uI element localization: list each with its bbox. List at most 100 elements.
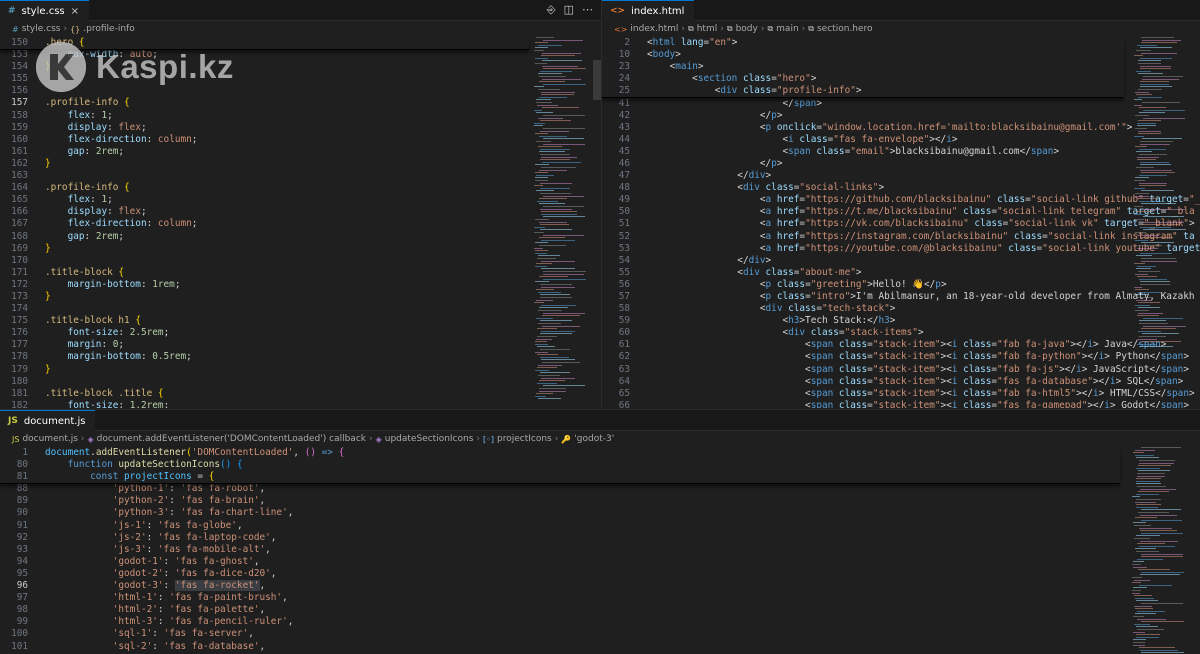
line-number[interactable]: 50 [602, 206, 630, 218]
code-line[interactable]: 157 .profile-info { [0, 97, 529, 109]
close-icon[interactable]: × [71, 6, 79, 17]
code-line[interactable]: 2 <html lang="en"> [602, 37, 1124, 49]
line-number[interactable]: 98 [0, 604, 28, 616]
line-number[interactable]: 153 [0, 49, 28, 61]
breadcrumb-item[interactable]: .profile-info [83, 24, 134, 34]
line-number[interactable]: 66 [602, 400, 630, 408]
line-number[interactable]: 100 [0, 628, 28, 640]
code-line[interactable]: 175 .title-block h1 { [0, 315, 529, 327]
line-number[interactable]: 65 [602, 388, 630, 400]
line-number[interactable]: 92 [0, 532, 28, 544]
line-number[interactable]: 177 [0, 339, 28, 351]
line-number[interactable]: 178 [0, 351, 28, 363]
line-number[interactable]: 166 [0, 206, 28, 218]
css-code-area[interactable]: 153 max-width: auto;154}155156157.profil… [0, 37, 529, 408]
line-number[interactable]: 80 [0, 459, 28, 471]
line-number[interactable]: 176 [0, 327, 28, 339]
code-line[interactable]: 92 'js-2': 'fas fa-laptop-code', [0, 532, 1120, 544]
line-number[interactable]: 10 [602, 49, 630, 61]
line-number[interactable]: 182 [0, 400, 28, 408]
line-number[interactable]: 42 [602, 110, 630, 122]
code-line[interactable]: 163 [0, 170, 529, 182]
code-line[interactable]: 48 <div class="social-links"> [602, 182, 1124, 194]
line-number[interactable]: 179 [0, 364, 28, 376]
js-minimap[interactable] [1128, 447, 1192, 654]
code-line[interactable]: 177 margin: 0; [0, 339, 529, 351]
breadcrumb-item[interactable]: index.html [630, 24, 678, 34]
split-editor-icon[interactable]: ◫ [564, 3, 574, 17]
code-line[interactable]: 63 <span class="stack-item"><i class="fa… [602, 364, 1189, 376]
line-number[interactable]: 95 [0, 568, 28, 580]
tab-document-js[interactable]: JS document.js [0, 410, 96, 431]
line-number[interactable]: 51 [602, 218, 630, 230]
code-line[interactable]: 59 <h3>Tech Stack:</h3> [602, 315, 1124, 327]
line-number[interactable]: 154 [0, 61, 28, 73]
breadcrumb-item[interactable]: html [697, 24, 718, 34]
html-minimap[interactable] [1130, 37, 1192, 408]
line-number[interactable]: 155 [0, 73, 28, 85]
code-line[interactable]: 159 display: flex; [0, 122, 529, 134]
code-line[interactable]: 50 <a href="https://t.me/blacksibainu" c… [602, 206, 1195, 218]
code-line[interactable]: 180 [0, 376, 529, 388]
code-line[interactable]: 178 margin-bottom: 0.5rem; [0, 351, 529, 363]
line-number[interactable]: 23 [602, 61, 630, 73]
line-number[interactable]: 60 [602, 327, 630, 339]
line-number[interactable]: 47 [602, 170, 630, 182]
code-line[interactable]: 166 display: flex; [0, 206, 529, 218]
line-number[interactable]: 41 [602, 98, 630, 110]
line-number[interactable]: 165 [0, 194, 28, 206]
sticky-scroll-header[interactable]: 2 <html lang="en"> 10 <body> 23 <main> 24 <se… [602, 37, 1124, 99]
code-line[interactable]: 171 .title-block { [0, 267, 529, 279]
code-line[interactable]: 88 'python-1': 'fas fa-robot', [0, 483, 1120, 495]
line-number[interactable]: 174 [0, 303, 28, 315]
line-number[interactable]: 55 [602, 267, 630, 279]
line-number[interactable]: 150 [0, 37, 28, 49]
code-line[interactable]: 66 <span class="stack-item"><i class="fa… [602, 400, 1189, 408]
line-number[interactable]: 49 [602, 194, 630, 206]
code-line[interactable]: 55 <div class="about-me"> [602, 267, 1124, 279]
breadcrumb-item[interactable]: projectIcons [497, 434, 552, 444]
breadcrumb-item[interactable]: main [776, 24, 799, 34]
code-line[interactable]: 52 <a href="https://instagram.com/blacks… [602, 231, 1195, 243]
line-number[interactable]: 96 [0, 580, 28, 592]
open-changes-icon[interactable]: ⎆ [547, 3, 556, 17]
line-number[interactable]: 48 [602, 182, 630, 194]
code-line[interactable]: 43 <p onclick="window.location.href='mai… [602, 122, 1133, 134]
line-number[interactable]: 90 [0, 507, 28, 519]
code-line[interactable]: 96 'godot-3': 'fas fa-rocket', [0, 580, 1120, 592]
line-number[interactable]: 43 [602, 122, 630, 134]
code-line[interactable]: 90 'python-3': 'fas fa-chart-line', [0, 507, 1120, 519]
code-line[interactable]: 58 <div class="tech-stack"> [602, 303, 1124, 315]
line-number[interactable]: 62 [602, 351, 630, 363]
code-line[interactable]: 45 <span class="email">blacksibainu@gmai… [602, 146, 1124, 158]
line-number[interactable]: 97 [0, 592, 28, 604]
line-number[interactable]: 59 [602, 315, 630, 327]
code-line[interactable]: 95 'godot-2': 'fas fa-dice-d20', [0, 568, 1120, 580]
code-line[interactable]: 167 flex-direction: column; [0, 218, 529, 230]
code-line[interactable]: 93 'js-3': 'fas fa-mobile-alt', [0, 544, 1120, 556]
breadcrumb-item[interactable]: style.css [22, 24, 61, 34]
line-number[interactable]: 52 [602, 231, 630, 243]
line-number[interactable]: 170 [0, 255, 28, 267]
line-number[interactable]: 2 [602, 37, 630, 49]
line-number[interactable]: 168 [0, 231, 28, 243]
breadcrumb-item[interactable]: document.js [22, 434, 77, 444]
line-number[interactable]: 56 [602, 279, 630, 291]
line-number[interactable]: 58 [602, 303, 630, 315]
code-line[interactable]: 94 'godot-1': 'fas fa-ghost', [0, 556, 1120, 568]
breadcrumb-item[interactable]: updateSectionIcons [385, 434, 474, 444]
code-line[interactable]: 23 <main> [602, 61, 1124, 73]
breadcrumb-item[interactable]: 'godot-3' [574, 434, 614, 444]
code-line[interactable]: 98 'html-2': 'fas fa-palette', [0, 604, 1120, 616]
code-line[interactable]: 42 </p> [602, 110, 1124, 122]
line-number[interactable]: 158 [0, 110, 28, 122]
line-number[interactable]: 172 [0, 279, 28, 291]
line-number[interactable]: 99 [0, 616, 28, 628]
code-line[interactable]: 10 <body> [602, 49, 1124, 61]
line-number[interactable]: 162 [0, 158, 28, 170]
line-number[interactable]: 164 [0, 182, 28, 194]
code-line[interactable]: 49 <a href="https://github.com/blacksiba… [602, 194, 1200, 206]
css-minimap[interactable] [530, 37, 590, 408]
code-line[interactable]: 44 <i class="fas fa-envelope"></i> [602, 134, 1124, 146]
sticky-scroll-header[interactable]: 1 document.addEventListener('DOMContentLo… [0, 447, 1120, 485]
